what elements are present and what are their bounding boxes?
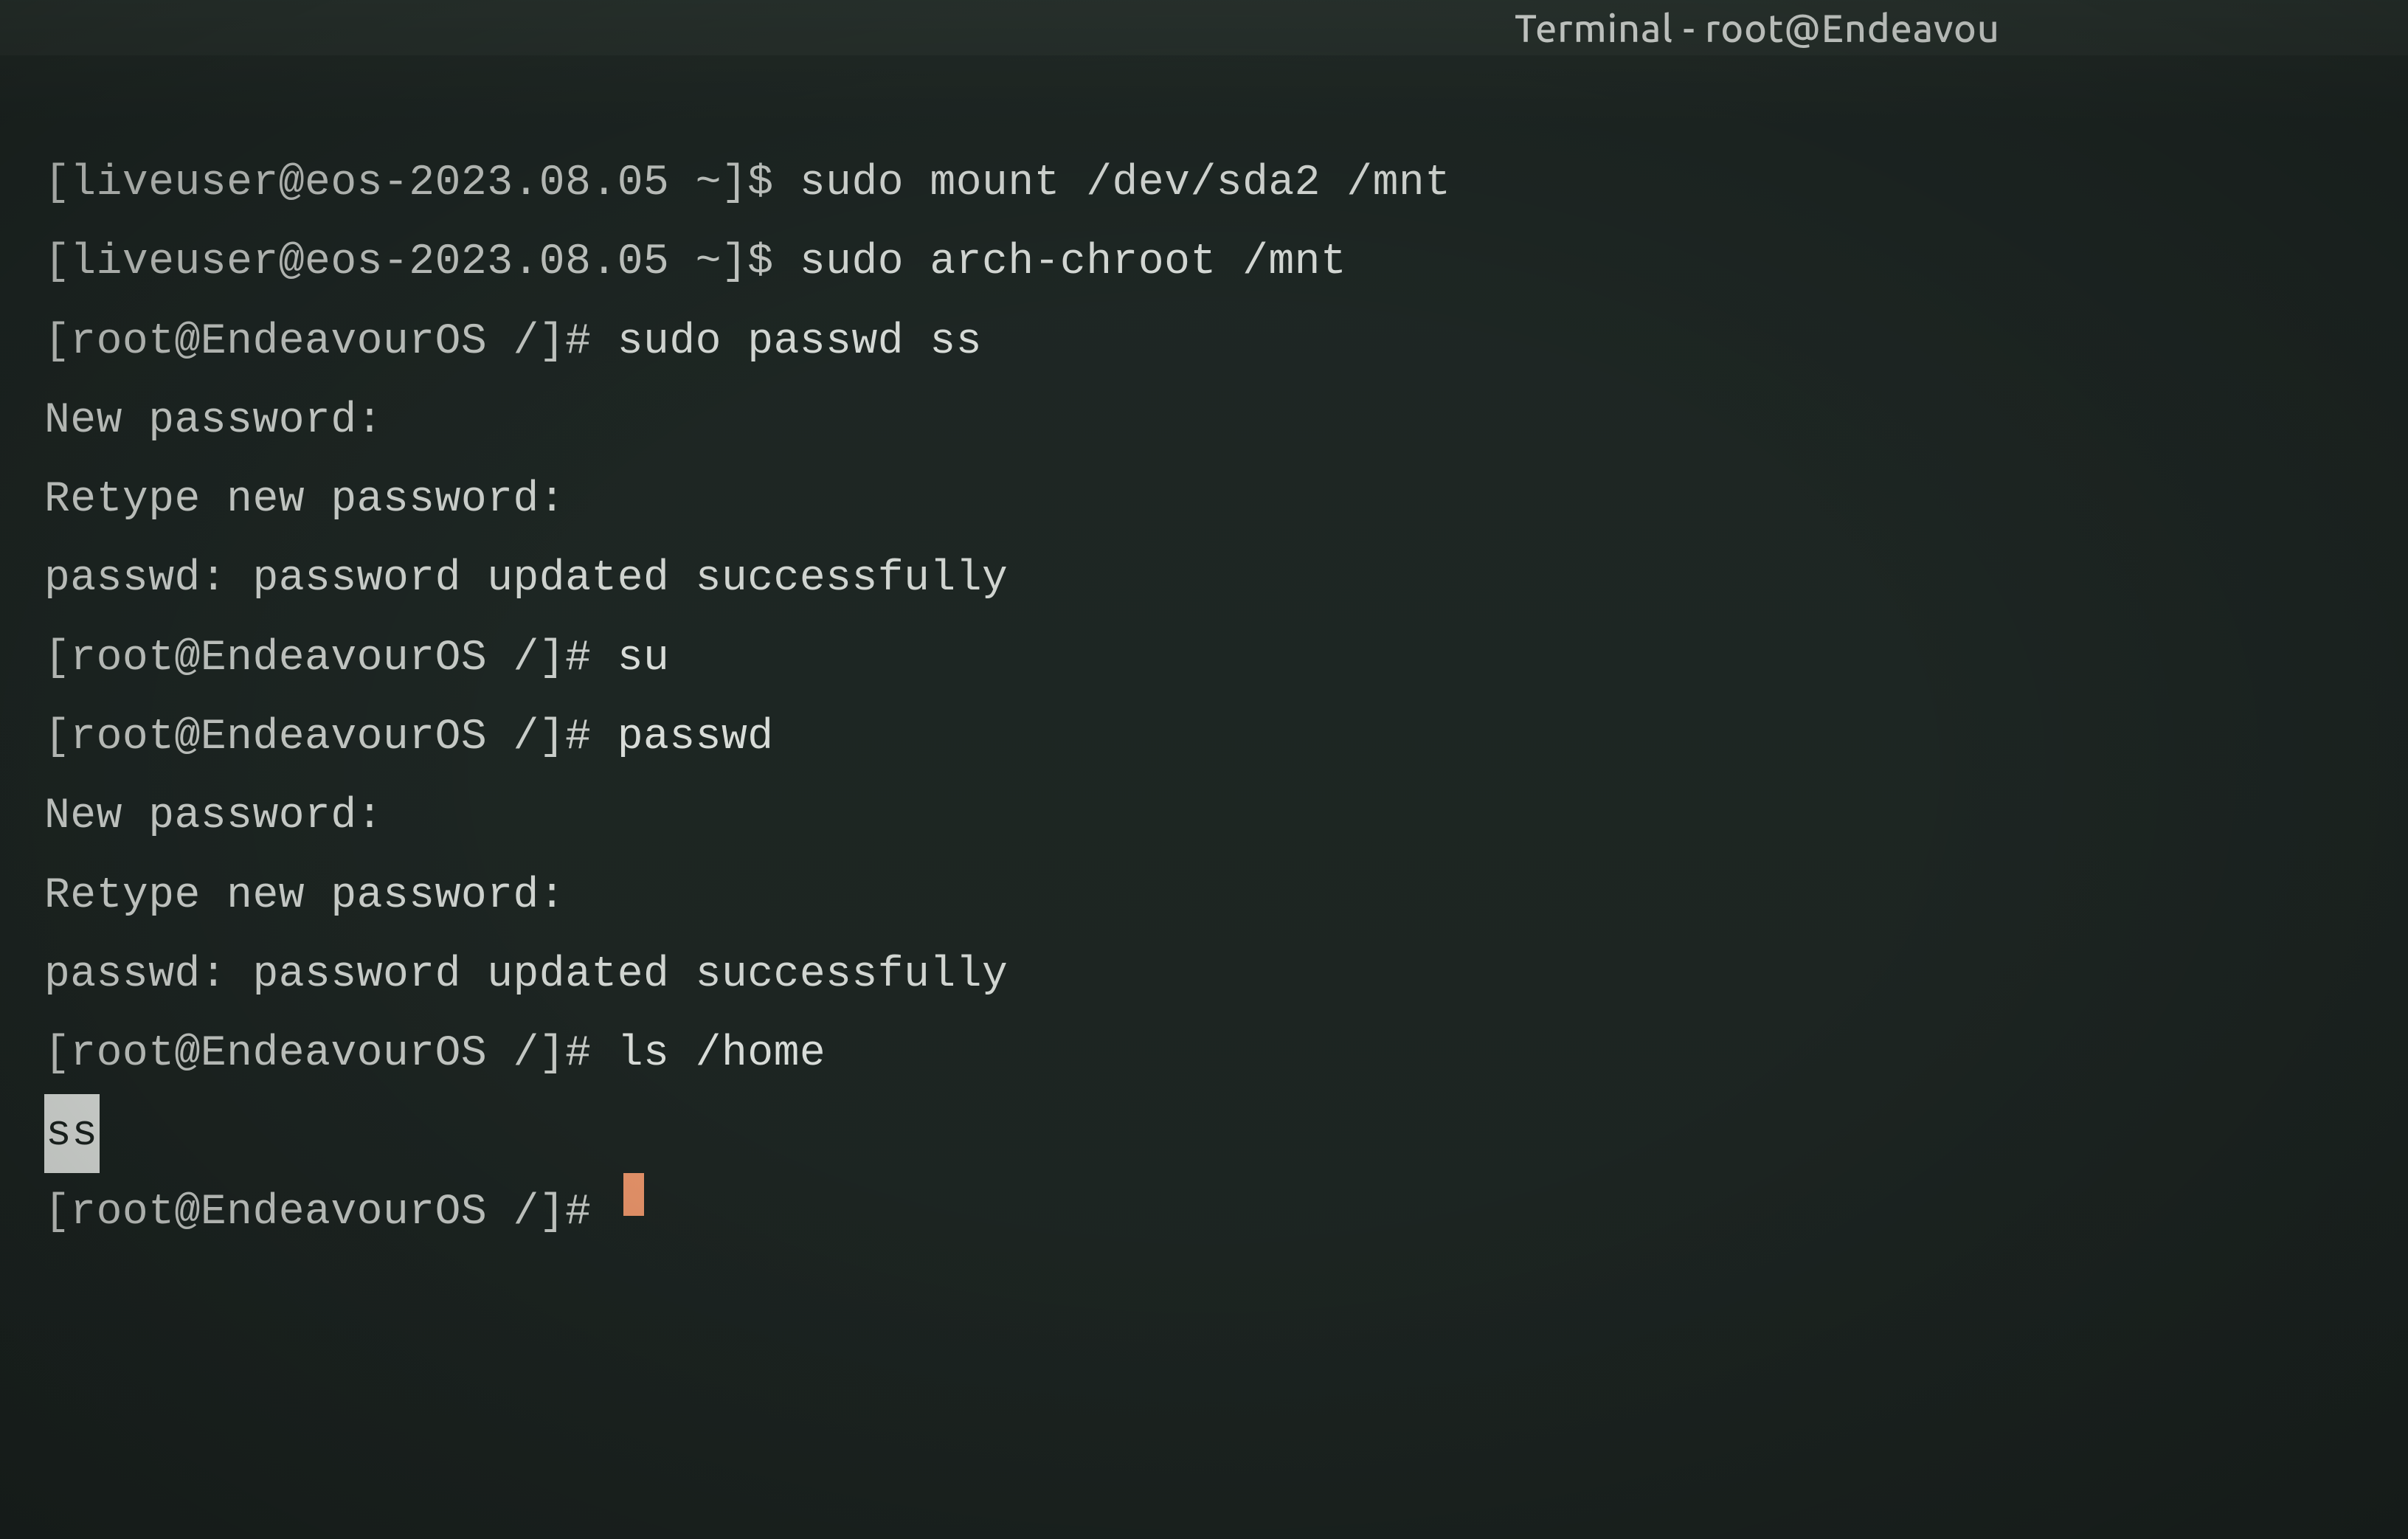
terminal-window: Terminal - root@Endeavou [liveuser@eos-2… [0, 0, 2408, 1539]
terminal-line: [root@EndeavourOS /]# ls /home [44, 1014, 2364, 1093]
window-title: Terminal - root@Endeavou [1515, 7, 2000, 49]
window-titlebar: Terminal - root@Endeavou [0, 0, 2408, 55]
shell-command: su [617, 619, 670, 698]
shell-prompt: [root@EndeavourOS /]# [44, 302, 617, 381]
terminal-line: [root@EndeavourOS /]# su [44, 619, 2364, 698]
shell-output: passwd: password updated successfully [44, 539, 1008, 618]
shell-prompt: [root@EndeavourOS /]# [44, 1173, 617, 1252]
ls-output-item: ss [44, 1094, 100, 1173]
shell-prompt: [liveuser@eos-2023.08.05 ~]$ [44, 144, 800, 223]
shell-prompt: [liveuser@eos-2023.08.05 ~]$ [44, 223, 800, 302]
shell-command: sudo mount /dev/sda2 /mnt [800, 144, 1451, 223]
terminal-line: New password: [44, 777, 2364, 856]
terminal-line: passwd: password updated successfully [44, 935, 2364, 1014]
shell-command: sudo arch-chroot /mnt [800, 223, 1346, 302]
terminal-line: [liveuser@eos-2023.08.05 ~]$ sudo mount … [44, 144, 2364, 223]
terminal-cursor [623, 1173, 644, 1216]
shell-command: passwd [617, 698, 774, 777]
shell-prompt: [root@EndeavourOS /]# [44, 1014, 617, 1093]
terminal-line: [root@EndeavourOS /]# passwd [44, 698, 2364, 777]
terminal-line: ss [44, 1094, 2364, 1173]
terminal-line: [root@EndeavourOS /]# [44, 1173, 2364, 1252]
shell-command: ls /home [617, 1014, 826, 1093]
terminal-line: passwd: password updated successfully [44, 539, 2364, 618]
terminal-line: Retype new password: [44, 857, 2364, 935]
terminal-line: [root@EndeavourOS /]# sudo passwd ss [44, 302, 2364, 381]
shell-output: Retype new password: [44, 460, 565, 539]
shell-output: Retype new password: [44, 857, 565, 935]
shell-output: passwd: password updated successfully [44, 935, 1008, 1014]
terminal-line: [liveuser@eos-2023.08.05 ~]$ sudo arch-c… [44, 223, 2364, 302]
terminal-output-area[interactable]: [liveuser@eos-2023.08.05 ~]$ sudo mount … [0, 55, 2408, 1296]
shell-prompt: [root@EndeavourOS /]# [44, 698, 617, 777]
shell-output: New password: [44, 777, 383, 856]
terminal-line: Retype new password: [44, 460, 2364, 539]
shell-prompt: [root@EndeavourOS /]# [44, 619, 617, 698]
shell-output: New password: [44, 381, 383, 460]
shell-command: sudo passwd ss [617, 302, 982, 381]
terminal-line: New password: [44, 381, 2364, 460]
